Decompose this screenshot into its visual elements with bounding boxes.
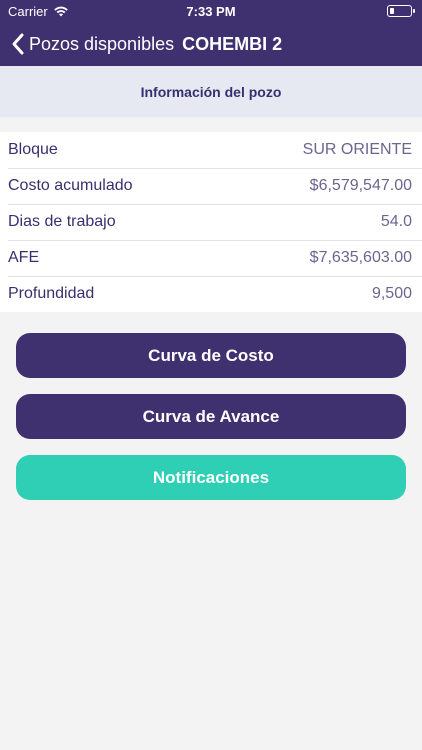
info-row-profundidad: Profundidad 9,500 xyxy=(0,276,422,312)
info-label: Costo acumulado xyxy=(8,177,133,194)
notificaciones-button[interactable]: Notificaciones xyxy=(16,455,406,500)
info-value: 9,500 xyxy=(371,285,412,302)
info-row-costo-acumulado: Costo acumulado $6,579,547.00 xyxy=(0,168,422,204)
battery-icon xyxy=(387,5,415,17)
info-label: Bloque xyxy=(8,141,58,158)
battery-level xyxy=(389,7,395,14)
back-button[interactable]: Pozos disponibles xyxy=(10,32,174,56)
section-title: Información del pozo xyxy=(140,83,282,100)
info-label: AFE xyxy=(8,249,40,266)
info-value: 54.0 xyxy=(380,213,412,230)
curva-de-costo-button[interactable]: Curva de Costo xyxy=(16,333,406,378)
info-value: SUR ORIENTE xyxy=(302,141,412,158)
info-row-bloque: Bloque SUR ORIENTE xyxy=(0,132,422,168)
info-label: Dias de trabajo xyxy=(8,213,116,230)
status-time: 7:33 PM xyxy=(186,4,236,19)
page-title: COHEMBI 2 xyxy=(182,33,283,54)
back-button-label: Pozos disponibles xyxy=(29,33,175,54)
info-label: Profundidad xyxy=(8,285,95,302)
info-value: $7,635,603.00 xyxy=(309,249,412,266)
section-header: Información del pozo xyxy=(0,66,422,117)
header: Carrier 7:33 PM Pozos disponibles COHEMB… xyxy=(0,0,422,66)
info-row-dias-de-trabajo: Dias de trabajo 54.0 xyxy=(0,204,422,240)
chevron-left-icon xyxy=(12,33,24,55)
curva-de-avance-button[interactable]: Curva de Avance xyxy=(16,394,406,439)
navigation-bar: Pozos disponibles COHEMBI 2 xyxy=(0,26,422,62)
info-list: Bloque SUR ORIENTE Costo acumulado $6,57… xyxy=(0,132,422,312)
info-value: $6,579,547.00 xyxy=(309,177,412,194)
info-row-afe: AFE $7,635,603.00 xyxy=(0,240,422,276)
status-bar: Carrier 7:33 PM xyxy=(0,0,422,22)
